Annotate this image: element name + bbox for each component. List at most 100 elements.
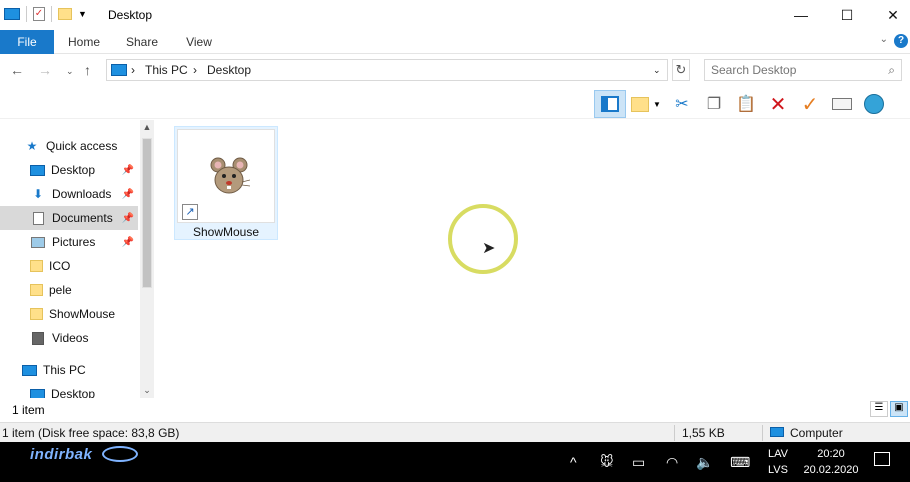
file-thumbnail: ↗: [177, 129, 275, 223]
address-bar[interactable]: › This PC › Desktop ⌄: [106, 59, 668, 81]
window-icon[interactable]: [4, 8, 20, 20]
computer-icon: [111, 64, 127, 76]
nav-quick-access[interactable]: ★ Quick access: [0, 134, 138, 158]
qat-dropdown-icon[interactable]: ▼: [78, 9, 87, 19]
desktop-icon: [30, 164, 45, 176]
pin-icon[interactable]: 📌: [122, 165, 134, 176]
delete-button[interactable]: ✕: [762, 90, 794, 118]
breadcrumb-desktop[interactable]: Desktop: [207, 63, 251, 77]
new-folder-icon[interactable]: [58, 8, 72, 20]
command-toolbar: ▼ ✂ ❐ 📋 ✕ ✓: [594, 90, 890, 118]
view-toggle: ☰ ▣: [870, 401, 908, 417]
computer-icon: [770, 426, 784, 440]
show-hidden-icons-icon[interactable]: ^: [570, 454, 577, 470]
maximize-button[interactable]: ☐: [824, 0, 870, 30]
notification-icon[interactable]: [874, 452, 890, 466]
delete-x-icon: ✕: [769, 93, 787, 116]
help-icon[interactable]: ?: [894, 34, 908, 48]
window-title: Desktop: [108, 8, 153, 22]
nav-this-pc[interactable]: This PC: [0, 358, 138, 382]
cut-button[interactable]: ✂: [666, 90, 698, 118]
pin-icon[interactable]: 📌: [122, 237, 134, 248]
taskbar: indirbak ^ 🐭 ▭ ◠ 🔈 ⌨ LAV LVS 20:20 20.02…: [0, 442, 910, 482]
clock[interactable]: 20:20 20.02.2020: [802, 446, 860, 478]
tab-file[interactable]: File: [0, 30, 54, 54]
selection-size: 1,55 KB: [682, 426, 725, 440]
properties-card-icon: [832, 98, 852, 110]
view-options-button[interactable]: ▼: [626, 90, 666, 118]
scroll-down-icon[interactable]: ⌄: [140, 385, 154, 396]
desktop-icon: [30, 388, 45, 398]
up-arrow-icon[interactable]: ↑: [84, 62, 91, 78]
breadcrumb-separator[interactable]: ›: [193, 63, 197, 77]
pin-icon[interactable]: 📌: [122, 189, 134, 200]
paste-button[interactable]: 📋: [730, 90, 762, 118]
mouse-shortcut-icon: [210, 157, 250, 194]
close-button[interactable]: ✕: [870, 0, 910, 30]
back-arrow-icon[interactable]: ←: [10, 62, 24, 78]
breadcrumb-separator[interactable]: ›: [131, 63, 135, 77]
nav-label: Quick access: [46, 139, 118, 153]
large-icons-view-icon[interactable]: ▣: [890, 401, 908, 417]
divider: [674, 425, 675, 441]
preview-pane-button[interactable]: [594, 90, 626, 118]
nav-scrollbar[interactable]: ▲ ⌄: [140, 120, 154, 398]
globe-button[interactable]: [858, 90, 890, 118]
tab-home[interactable]: Home: [62, 30, 106, 54]
volume-icon[interactable]: 🔈: [696, 454, 713, 471]
address-dropdown-icon[interactable]: ⌄: [653, 65, 661, 76]
details-view-icon[interactable]: ☰: [870, 401, 888, 417]
nav-item-documents[interactable]: Documents 📌: [0, 206, 138, 230]
nav-label: This PC: [43, 363, 86, 377]
quick-access-toolbar: ✓ ▼: [4, 6, 87, 22]
refresh-button[interactable]: ↻: [672, 59, 690, 81]
copy-icon: ❐: [706, 96, 722, 113]
nav-item-showmouse[interactable]: ShowMouse: [0, 302, 138, 326]
copy-button[interactable]: ❐: [698, 90, 730, 118]
date: 20.02.2020: [803, 464, 859, 476]
rename-button[interactable]: ✓: [794, 90, 826, 118]
folder-icon: [30, 308, 43, 320]
wifi-icon[interactable]: ◠: [666, 454, 678, 471]
nav-item-pictures[interactable]: Pictures 📌: [0, 230, 138, 254]
recent-locations-icon[interactable]: ⌄: [66, 66, 74, 77]
nav-label: Pictures: [52, 235, 96, 249]
properties-icon[interactable]: ✓: [33, 7, 45, 21]
logo-eye-icon: [102, 446, 138, 462]
pin-icon[interactable]: 📌: [122, 213, 134, 224]
battery-icon[interactable]: ▭: [632, 454, 645, 471]
pane-icon: [601, 96, 619, 112]
folder-icon: [30, 284, 43, 296]
nav-item-ico[interactable]: ICO: [0, 254, 138, 278]
scrollbar-thumb[interactable]: [142, 138, 152, 288]
search-input[interactable]: [705, 60, 875, 80]
shortcut-arrow-icon: ↗: [182, 204, 198, 220]
search-box[interactable]: ⌕: [704, 59, 902, 81]
info-bar: 1 item (Disk free space: 83,8 GB) 1,55 K…: [0, 422, 910, 442]
minimize-button[interactable]: —: [778, 0, 824, 30]
tab-view[interactable]: View: [178, 30, 220, 54]
forward-arrow-icon[interactable]: →: [38, 62, 52, 78]
qat-separator: [51, 6, 52, 22]
nav-item-desktop[interactable]: Desktop 📌: [0, 158, 138, 182]
file-list-area[interactable]: ↗ ShowMouse ➤: [160, 120, 910, 398]
download-icon: ⬇: [32, 187, 44, 201]
keyboard-icon[interactable]: ⌨: [730, 454, 750, 471]
tab-share[interactable]: Share: [120, 30, 164, 54]
ribbon-collapse-icon[interactable]: ⌄: [880, 34, 888, 45]
language-indicator[interactable]: LAV LVS: [768, 446, 788, 478]
file-item-showmouse[interactable]: ↗ ShowMouse: [174, 126, 278, 240]
showmouse-tray-icon[interactable]: 🐭: [600, 454, 614, 470]
folder-icon: [30, 260, 43, 272]
scroll-up-icon[interactable]: ▲: [140, 122, 154, 132]
qat-separator: [26, 6, 27, 22]
nav-item-videos[interactable]: Videos: [0, 326, 138, 350]
computer-icon: [22, 364, 37, 376]
breadcrumb-this-pc[interactable]: This PC: [145, 63, 188, 77]
navigation-pane: ★ Quick access Desktop 📌 ⬇ Downloads 📌 D…: [0, 120, 154, 398]
nav-item-downloads[interactable]: ⬇ Downloads 📌: [0, 182, 138, 206]
nav-item-pele[interactable]: pele: [0, 278, 138, 302]
properties-button[interactable]: [826, 90, 858, 118]
nav-this-pc-desktop[interactable]: Desktop: [0, 382, 138, 398]
file-name: ShowMouse: [192, 225, 260, 239]
